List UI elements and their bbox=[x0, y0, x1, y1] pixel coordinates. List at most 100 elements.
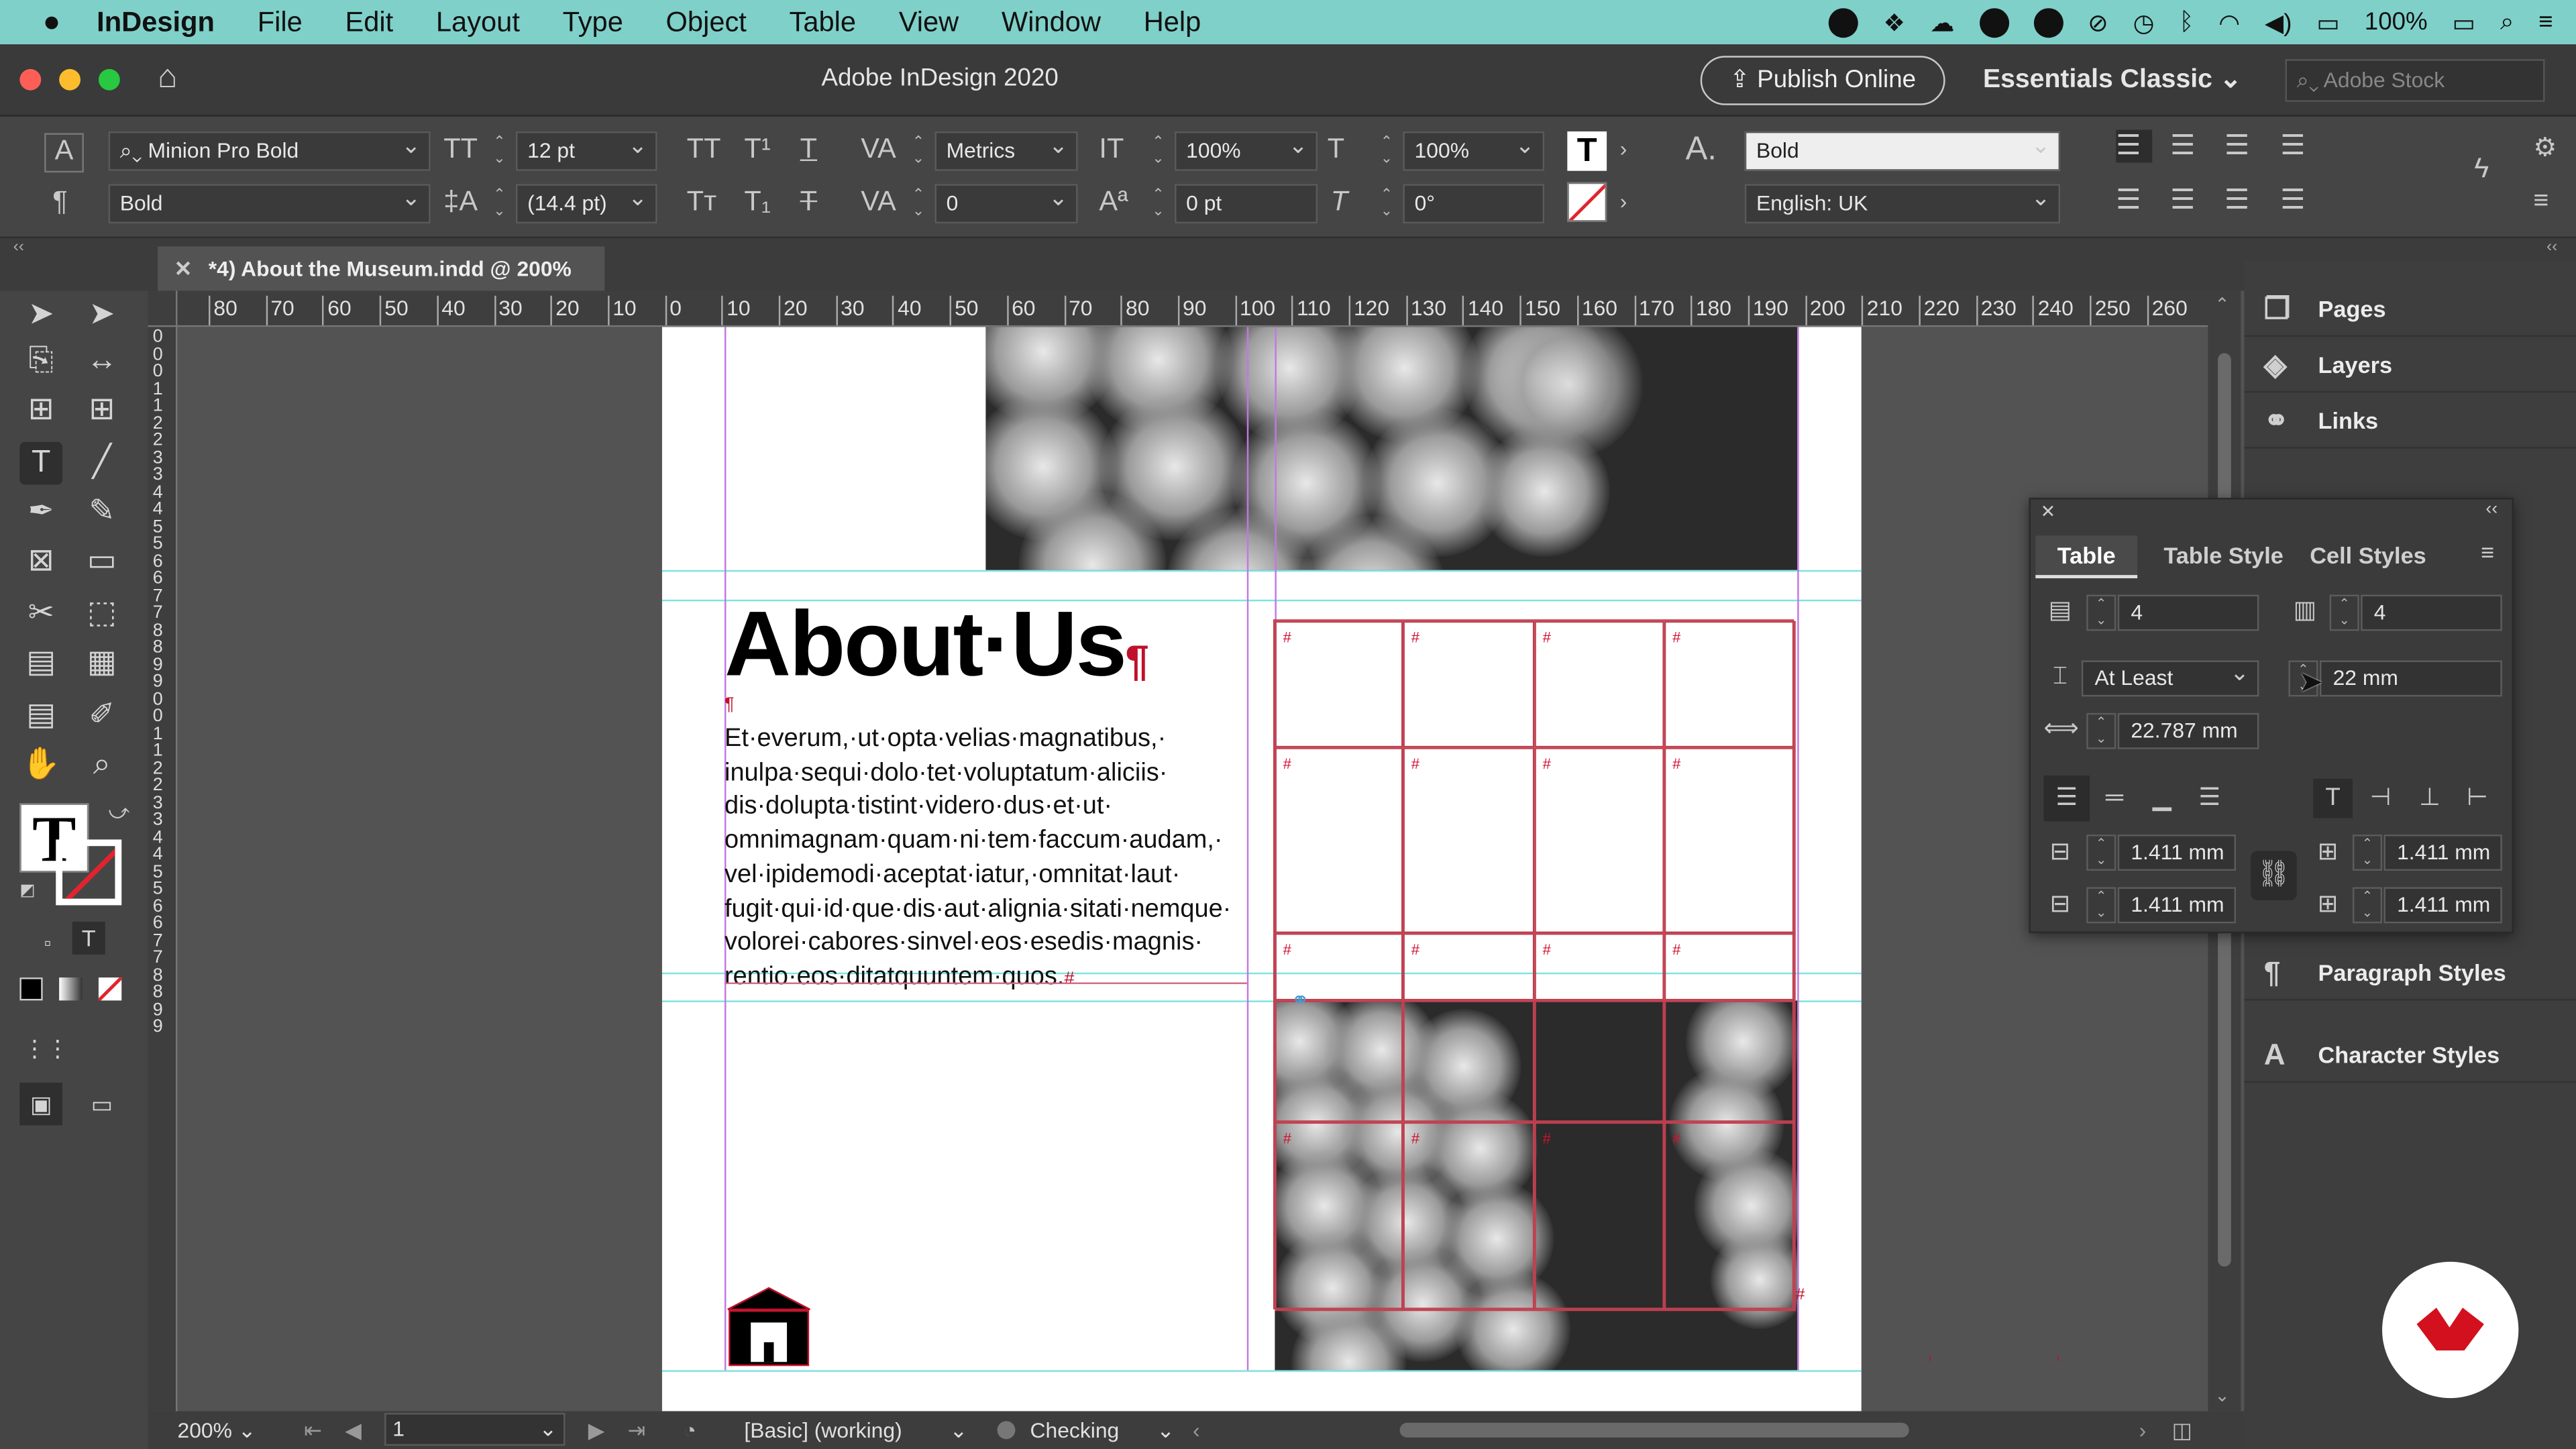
camera-icon[interactable] bbox=[2033, 7, 2063, 38]
inset-bottom-stepper[interactable]: ⌃ ⌄ bbox=[2086, 887, 2116, 924]
style-dropdown-icon[interactable]: ⌄ bbox=[950, 1411, 968, 1449]
fill-text-swatch[interactable]: T bbox=[1567, 131, 1607, 171]
inset-right-field[interactable]: 1.411 mm bbox=[2383, 887, 2502, 924]
rows-field[interactable]: 4 bbox=[2117, 594, 2259, 631]
table-cell[interactable]: # bbox=[1664, 1122, 1796, 1311]
menu-table[interactable]: Table bbox=[790, 6, 857, 39]
page-number-field[interactable]: 1 ⌄ bbox=[384, 1413, 566, 1446]
scroll-left-arrow[interactable]: ‹ bbox=[1193, 1411, 1200, 1449]
tracking-field[interactable]: 0 bbox=[934, 184, 1078, 224]
vertical-ruler[interactable]: 0001122334455667788990011223344556677889… bbox=[148, 327, 178, 1411]
expand-chevron-icon[interactable]: › bbox=[1620, 133, 1627, 166]
scroll-down-arrow[interactable]: ⌄ bbox=[2214, 1385, 2230, 1406]
baseline-shift-field[interactable]: 0 pt bbox=[1175, 184, 1318, 224]
menu-help[interactable]: Help bbox=[1144, 6, 1201, 39]
kerning-stepper[interactable]: ⌃ ⌄ bbox=[908, 133, 928, 169]
links-panel-tab[interactable]: ⚭ Links bbox=[2244, 392, 2576, 449]
leading-field[interactable]: (14.4 pt) bbox=[515, 184, 657, 224]
justify-right-icon[interactable]: ☰ bbox=[2280, 184, 2305, 217]
vertical-scale-field[interactable]: 100% bbox=[1175, 131, 1318, 171]
note-tool-icon[interactable]: ▤ bbox=[19, 695, 62, 738]
apple-icon[interactable]: ● bbox=[43, 5, 61, 39]
baseline-shift-stepper[interactable]: ⌃ ⌄ bbox=[1148, 186, 1168, 222]
rotate-text-0-icon[interactable]: T bbox=[2313, 778, 2353, 818]
row-height-field[interactable]: 22 mm bbox=[2319, 660, 2502, 697]
home-icon[interactable]: ⌂ bbox=[158, 59, 178, 97]
rectangle-tool-icon[interactable]: ▭ bbox=[80, 541, 123, 584]
normal-view-icon[interactable]: ▣ bbox=[19, 1082, 63, 1126]
formatting-container-icon[interactable]: ▫ bbox=[26, 922, 69, 965]
tab-table-style[interactable]: Table Style bbox=[2163, 535, 2284, 578]
table-cell[interactable]: # bbox=[1275, 1122, 1403, 1311]
table-cell[interactable]: # bbox=[1534, 1122, 1664, 1311]
align-top-icon[interactable]: ☰ bbox=[2043, 775, 2090, 822]
vertical-scale-stepper[interactable]: ⌃ ⌄ bbox=[1148, 133, 1168, 169]
table-cell[interactable]: # bbox=[1403, 1122, 1535, 1311]
font-size-field[interactable]: 12 pt bbox=[515, 131, 657, 171]
apply-color-icon[interactable] bbox=[19, 977, 43, 1001]
table-cell[interactable] bbox=[1275, 1000, 1403, 1122]
character-style-field[interactable]: Bold bbox=[1744, 131, 2061, 171]
row-height-mode-select[interactable]: At Least bbox=[2081, 655, 2259, 697]
selection-tool-icon[interactable]: ➤ bbox=[19, 294, 62, 337]
column-width-stepper[interactable]: ⌃ ⌄ bbox=[2086, 712, 2116, 749]
columns-stepper[interactable]: ⌃ ⌄ bbox=[2329, 594, 2359, 631]
apply-gradient-icon[interactable] bbox=[59, 977, 83, 1001]
table-cell[interactable]: # bbox=[1664, 747, 1796, 934]
publish-online-button[interactable]: ⇪ Publish Online bbox=[1700, 56, 1945, 105]
panel-menu-icon[interactable]: ≡ bbox=[2481, 539, 2494, 565]
table[interactable]: # # # # # # # # # # # # # # # # bbox=[1273, 619, 1796, 1311]
document-tab[interactable]: ✕ *4) About the Museum.indd @ 200% bbox=[158, 246, 605, 291]
collapse-panels-icon[interactable]: ‹‹ bbox=[2546, 238, 2557, 256]
screen-mode-icon[interactable]: ▭ bbox=[80, 1083, 123, 1126]
columns-field[interactable]: 4 bbox=[2361, 594, 2502, 631]
museum-logo[interactable] bbox=[724, 1287, 813, 1368]
layers-panel-tab[interactable]: ◈ Layers bbox=[2244, 337, 2576, 393]
pencil-tool-icon[interactable]: ✎ bbox=[80, 491, 123, 534]
last-page-icon[interactable]: ⇥ bbox=[628, 1411, 646, 1449]
menu-type[interactable]: Type bbox=[563, 6, 623, 39]
volume-icon[interactable]: ◀) bbox=[2265, 7, 2292, 37]
formatting-text-icon[interactable]: T bbox=[72, 921, 105, 955]
tab-cell-styles[interactable]: Cell Styles bbox=[2310, 535, 2426, 578]
scroll-up-arrow[interactable]: ⌃ bbox=[2214, 294, 2230, 315]
font-style-field[interactable]: Bold bbox=[108, 184, 431, 224]
frame-grid-icon[interactable]: ⋮⋮ bbox=[23, 1027, 69, 1070]
zoom-window-button[interactable] bbox=[98, 68, 120, 91]
preflight-dropdown-icon[interactable]: ⌄ bbox=[1157, 1411, 1175, 1449]
paragraph-styles-panel-tab[interactable]: ¶ Paragraph Styles bbox=[2244, 945, 2576, 1001]
about-heading[interactable]: About·Us¶ bbox=[724, 590, 1149, 696]
menu-layout[interactable]: Layout bbox=[436, 6, 520, 39]
content-collector-icon[interactable]: ⊞ bbox=[19, 389, 62, 432]
table-cell[interactable] bbox=[1403, 1000, 1535, 1122]
stroke-none-icon[interactable] bbox=[56, 839, 122, 906]
bluetooth-icon[interactable]: ᛒ bbox=[2179, 8, 2194, 36]
wifi-icon[interactable]: ◠ bbox=[2218, 7, 2240, 37]
superscript-icon[interactable]: T¹ bbox=[744, 133, 770, 166]
preflight-status[interactable]: Checking bbox=[1030, 1411, 1120, 1449]
settings-gear-icon[interactable]: ⚙ bbox=[2533, 133, 2557, 166]
link-insets-button[interactable]: ⛓ bbox=[2251, 851, 2297, 901]
inset-left-stepper[interactable]: ⌃ ⌄ bbox=[2352, 835, 2383, 871]
align-towards-spine-icon[interactable]: ☰ bbox=[2280, 129, 2305, 162]
panel-close-icon[interactable]: ✕ bbox=[2041, 501, 2056, 522]
menu-app[interactable]: InDesign bbox=[97, 6, 215, 39]
font-size-stepper[interactable]: ⌃ ⌄ bbox=[490, 133, 509, 169]
expand-chevron-2-icon[interactable]: › bbox=[1620, 186, 1627, 219]
battery-icon[interactable]: ▭ bbox=[2452, 7, 2475, 37]
character-mode-icon[interactable]: A bbox=[44, 133, 84, 173]
table-cell[interactable]: # bbox=[1534, 747, 1664, 934]
column-width-field[interactable]: 22.787 mm bbox=[2117, 712, 2259, 749]
align-right-icon[interactable]: ☰ bbox=[2224, 129, 2249, 162]
time-machine-icon[interactable]: ◷ bbox=[2133, 7, 2155, 37]
ruler-origin[interactable] bbox=[148, 290, 178, 327]
style-status[interactable]: [Basic] (working) bbox=[744, 1411, 902, 1449]
skew-field[interactable]: 0° bbox=[1403, 184, 1545, 224]
rotate-text-180-icon[interactable]: ⊥ bbox=[2414, 782, 2447, 815]
gap-tool-icon[interactable]: ↔ bbox=[80, 340, 123, 383]
table-cell[interactable]: # bbox=[1403, 747, 1535, 934]
cloud-icon[interactable]: ☁ bbox=[1930, 7, 1955, 37]
page-tool-icon[interactable]: ⎘ bbox=[19, 340, 62, 383]
language-field[interactable]: English: UK bbox=[1744, 184, 2061, 224]
align-bottom-icon[interactable]: ▁ bbox=[2145, 782, 2178, 815]
